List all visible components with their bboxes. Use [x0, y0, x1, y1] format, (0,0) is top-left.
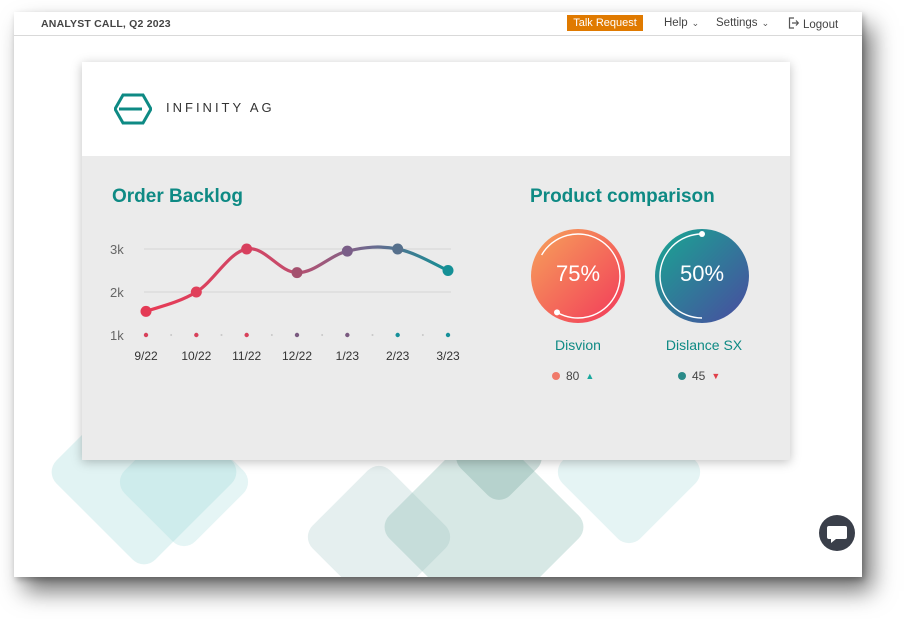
logout-label: Logout [803, 18, 839, 31]
data-point [190, 286, 202, 298]
app-window: ANALYST CALL, Q2 2023 Talk Request Help … [14, 12, 862, 577]
card-header: INFINITY AG [82, 62, 790, 156]
chevron-down-icon: ⌄ [761, 17, 770, 28]
x-axis-marker [294, 332, 300, 338]
disvion-count: 80 [566, 369, 580, 383]
x-axis-marker [445, 332, 451, 338]
event-title: ANALYST CALL, Q2 2023 [41, 18, 171, 30]
company-name: INFINITY AG [166, 100, 275, 115]
top-bar: ANALYST CALL, Q2 2023 Talk Request Help … [14, 12, 862, 36]
talk-request-button[interactable]: Talk Request [567, 15, 643, 31]
dislance-sx-dot [678, 372, 686, 380]
x-axis-marker [244, 332, 249, 338]
x-axis-marker [345, 332, 350, 338]
y-tick-label: 3k [110, 242, 124, 257]
settings-label: Settings [716, 17, 758, 29]
y-tick-label: 2k [110, 285, 124, 300]
x-tick-label: 1/23 [336, 349, 360, 363]
data-point [291, 267, 303, 279]
dislance-sx-count: 45 [692, 369, 706, 383]
x-tick-label: 11/22 [232, 349, 261, 363]
data-point [341, 245, 353, 257]
x-axis-minor-marker [220, 334, 223, 336]
x-axis-minor-marker [270, 334, 273, 336]
data-point [241, 243, 253, 255]
data-point [442, 265, 454, 276]
chat-button[interactable] [819, 515, 855, 551]
y-tick-label: 1k [110, 328, 124, 343]
x-axis-minor-marker [371, 334, 374, 336]
x-axis-minor-marker [321, 334, 324, 336]
x-tick-label: 9/22 [134, 349, 158, 363]
dislance-sx-stat: 45 ▼ [678, 369, 720, 383]
help-label: Help [664, 17, 688, 29]
order-backlog-title: Order Backlog [112, 186, 243, 207]
disvion-dot [552, 372, 560, 380]
dislance-sx-percent: 50% [679, 261, 725, 286]
hexagon-logo-icon [114, 93, 152, 125]
logout-link[interactable]: Logout [788, 17, 838, 32]
x-tick-label: 12/22 [282, 349, 312, 363]
x-axis-marker [395, 332, 400, 338]
disvion-label: Disvion [555, 337, 601, 353]
disvion-percent: 75% [555, 261, 601, 286]
data-point [140, 305, 152, 317]
series-line [144, 245, 450, 313]
x-axis-minor-marker [170, 334, 173, 336]
presentation-card: INFINITY AG Order Backlog Product compar… [82, 62, 790, 460]
trend-down-icon: ▼ [711, 371, 721, 381]
settings-menu[interactable]: Settings ⌄ [716, 17, 769, 29]
x-tick-label: 2/23 [386, 349, 410, 363]
dislance-sx-label: Dislance SX [665, 337, 743, 353]
chevron-down-icon: ⌄ [691, 17, 700, 28]
data-point [392, 243, 404, 255]
product-comparison-title: Product comparison [530, 186, 715, 207]
x-axis-marker [194, 332, 199, 338]
x-tick-label: 10/22 [181, 349, 211, 363]
x-tick-label: 3/23 [436, 349, 460, 363]
x-axis-minor-marker [421, 334, 424, 336]
trend-up-icon: ▲ [585, 371, 595, 381]
disvion-stat: 80 ▲ [552, 369, 594, 383]
x-axis-marker [143, 332, 149, 338]
logout-icon [788, 17, 800, 32]
help-menu[interactable]: Help ⌄ [664, 17, 699, 29]
order-backlog-chart: 3k 2k 1k 9/22 10/22 11/22 12/22 1/23 2/23 3/23 [110, 242, 460, 363]
chat-icon [827, 526, 847, 543]
